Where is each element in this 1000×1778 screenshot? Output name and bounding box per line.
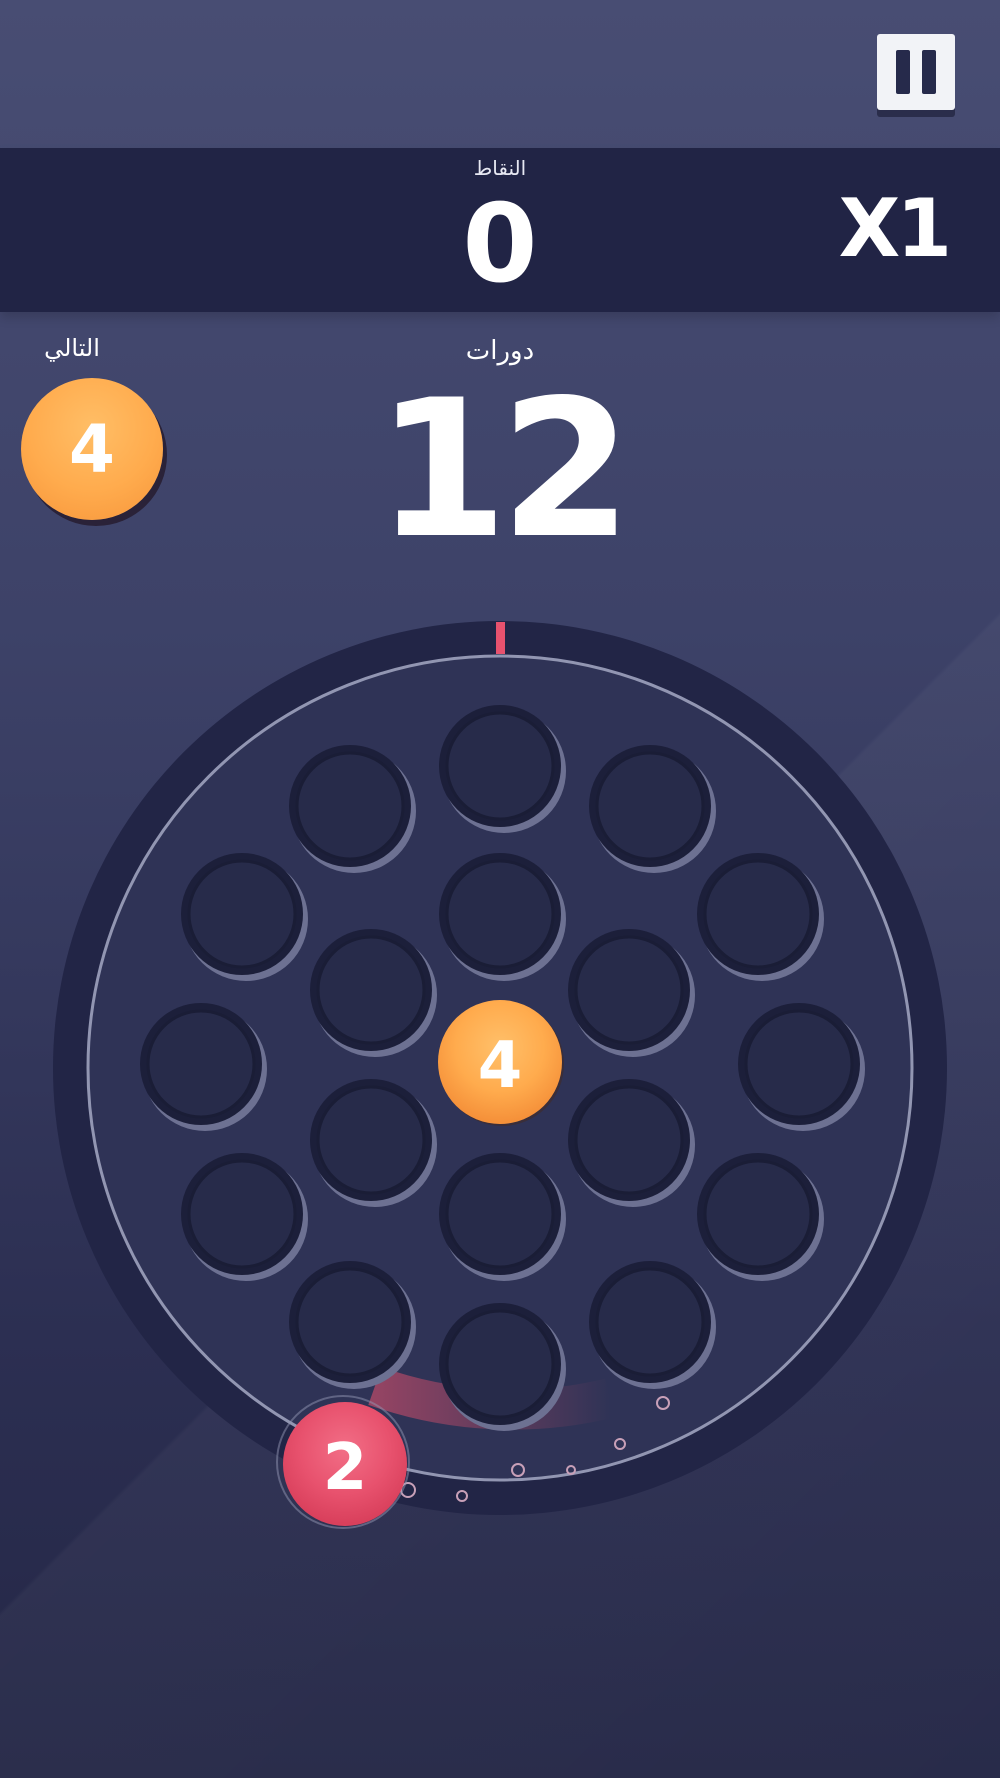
- svg-text:4: 4: [478, 1029, 523, 1103]
- top-marker: [496, 622, 505, 654]
- game-board[interactable]: 4 2: [0, 0, 1000, 1778]
- svg-text:2: 2: [323, 1431, 368, 1505]
- launch-ball[interactable]: 2: [276, 1395, 410, 1529]
